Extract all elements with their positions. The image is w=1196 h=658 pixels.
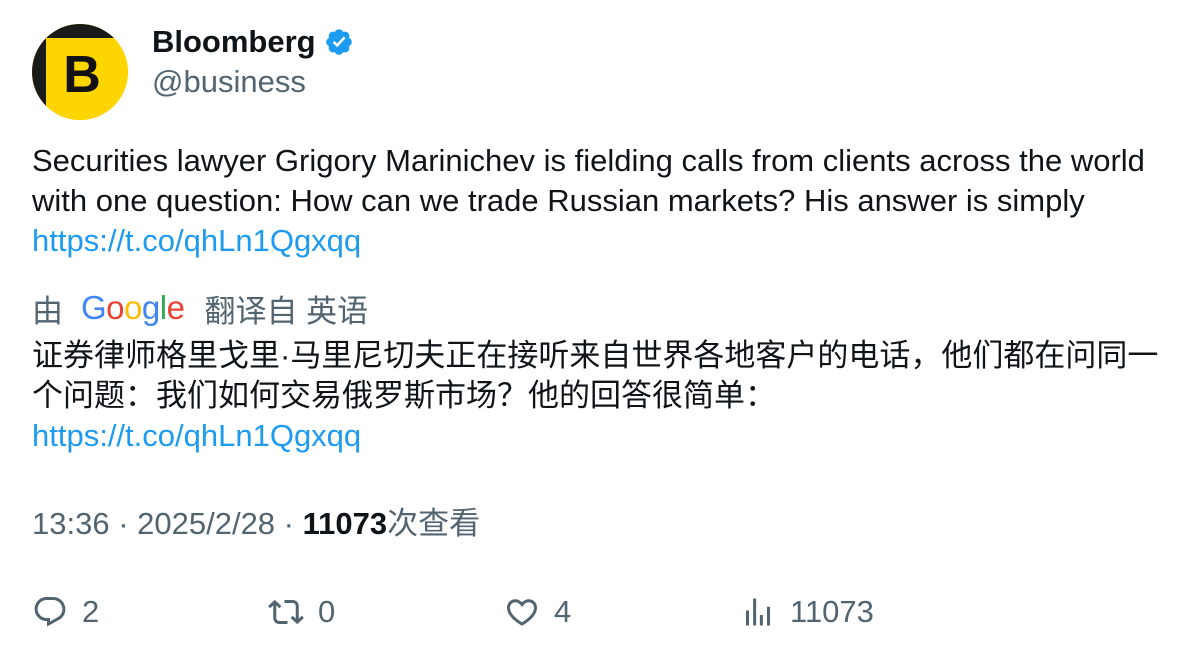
- views-button[interactable]: 11073: [740, 590, 874, 634]
- google-logo-letter: l: [159, 289, 167, 326]
- tweet-meta: 13:36 · 2025/2/28 · 11073次查看: [32, 504, 480, 544]
- translated-link[interactable]: https://t.co/qhLn1Qgxqq: [32, 418, 361, 453]
- verified-badge-icon: [324, 27, 354, 57]
- meta-separator: ·: [275, 506, 303, 541]
- google-logo-icon: Google: [81, 287, 185, 329]
- meta-separator: ·: [109, 506, 138, 541]
- tweet-text: Securities lawyer Grigory Marinichev is …: [32, 141, 1152, 261]
- bloomberg-logo-icon: B: [32, 24, 128, 120]
- tweet-body: Securities lawyer Grigory Marinichev is …: [32, 143, 1145, 218]
- author-name-row: Bloomberg: [152, 22, 354, 62]
- heart-icon: [506, 599, 538, 626]
- views-action-count: 11073: [790, 594, 874, 629]
- views-count: 11073: [302, 506, 388, 541]
- translated-text: 证券律师格里戈里·马里尼切夫正在接听来自世界各地客户的电话，他们都在问同一个问题…: [32, 336, 1172, 456]
- google-logo-letter: o: [106, 289, 125, 326]
- reply-icon: [34, 597, 66, 627]
- reply-button[interactable]: 2: [32, 590, 99, 634]
- tweet-link[interactable]: https://t.co/qhLn1Qgxqq: [32, 223, 361, 258]
- retweet-button[interactable]: 0: [268, 590, 335, 634]
- google-logo-letter: G: [81, 289, 107, 326]
- reply-count: 2: [82, 594, 100, 629]
- google-logo-letter: e: [166, 289, 185, 326]
- avatar[interactable]: B: [32, 24, 128, 120]
- google-logo-letter: o: [124, 289, 142, 326]
- translation-suffix[interactable]: 翻译自 英语: [204, 286, 368, 331]
- user-handle[interactable]: @business: [152, 62, 306, 102]
- avatar-letter: B: [63, 46, 101, 104]
- analytics-icon: [746, 598, 770, 626]
- retweet-count: 0: [318, 594, 336, 629]
- google-logo-letter: g: [141, 289, 160, 326]
- views-label: 次查看: [387, 506, 481, 541]
- like-button[interactable]: 4: [504, 590, 571, 634]
- translation-attribution: 由 Google 翻译自 英语: [32, 287, 368, 329]
- translation-prefix: 由: [32, 293, 63, 329]
- translated-body: 证券律师格里戈里·马里尼切夫正在接听来自世界各地客户的电话，他们都在问同一个问题…: [32, 338, 1159, 413]
- like-count: 4: [554, 594, 572, 629]
- display-name[interactable]: Bloomberg: [152, 22, 316, 62]
- tweet-date[interactable]: 2025/2/28: [137, 506, 275, 541]
- retweet-icon: [268, 599, 304, 625]
- tweet-time[interactable]: 13:36: [32, 506, 110, 541]
